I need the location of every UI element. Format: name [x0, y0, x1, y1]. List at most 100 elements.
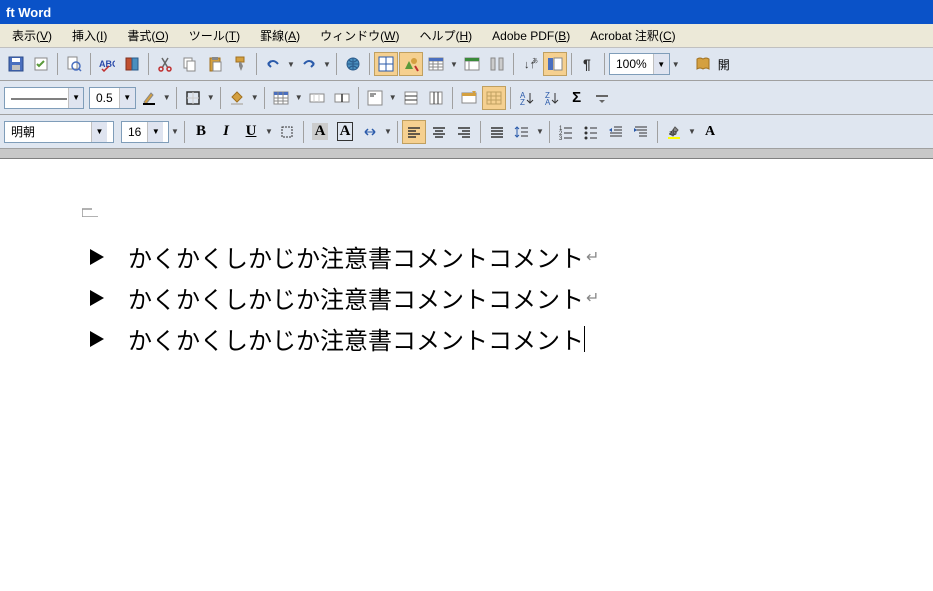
shading-dropdown[interactable]: ▼	[250, 86, 260, 110]
zoom-dropdown-icon[interactable]: ▼	[653, 54, 669, 74]
outside-border-button[interactable]	[181, 86, 205, 110]
insert-table-button-2[interactable]	[269, 86, 293, 110]
insert-table-dropdown[interactable]: ▼	[449, 52, 459, 76]
font-color-button[interactable]: A	[698, 120, 722, 144]
bold-button[interactable]: B	[189, 120, 213, 144]
line-style-dropdown-icon[interactable]: ▼	[68, 88, 83, 108]
book-icon[interactable]	[691, 52, 715, 76]
document-map-button[interactable]	[543, 52, 567, 76]
line-spacing-dropdown[interactable]: ▼	[535, 120, 545, 144]
font-size-dropdown-icon[interactable]: ▼	[147, 122, 163, 142]
separator	[369, 53, 370, 75]
line-spacing-button[interactable]	[510, 120, 534, 144]
distribute-columns-button[interactable]	[424, 86, 448, 110]
menu-format[interactable]: 書式(O)	[117, 24, 178, 47]
bullet-icon	[90, 331, 104, 347]
paste-button[interactable]	[203, 52, 227, 76]
font-size-combo[interactable]: 16 ▼	[121, 121, 169, 143]
show-hide-button[interactable]: ¶	[576, 52, 600, 76]
align-left-button[interactable]	[402, 120, 426, 144]
line-style-combo[interactable]: ▼	[4, 87, 84, 109]
hyperlink-button[interactable]	[341, 52, 365, 76]
sort-asc-button[interactable]: AZ	[515, 86, 539, 110]
zoom-combo[interactable]: 100% ▼	[609, 53, 670, 75]
border-dropdown[interactable]: ▼	[206, 86, 216, 110]
save-button[interactable]	[4, 52, 28, 76]
character-border-button[interactable]: A	[333, 120, 357, 144]
border-color-dropdown[interactable]: ▼	[162, 86, 172, 110]
menu-insert[interactable]: 挿入(I)	[62, 24, 117, 47]
insert-table-button[interactable]	[424, 52, 448, 76]
underline-dropdown[interactable]: ▼	[264, 120, 274, 144]
font-combo[interactable]: 明朝 ▼	[4, 121, 114, 143]
insert-table-dropdown-2[interactable]: ▼	[294, 86, 304, 110]
menu-adobe-pdf[interactable]: Adobe PDF(B)	[482, 26, 580, 46]
separator	[452, 87, 453, 109]
highlight-dropdown[interactable]: ▼	[687, 120, 697, 144]
title-bar: ft Word	[0, 0, 933, 24]
copy-button[interactable]	[178, 52, 202, 76]
toolbar2-options[interactable]	[590, 86, 614, 110]
merge-cells-button[interactable]	[305, 86, 329, 110]
autosum-button[interactable]: Σ	[565, 86, 589, 110]
underline-button[interactable]: U	[239, 120, 263, 144]
increase-indent-button[interactable]	[629, 120, 653, 144]
tables-borders-button[interactable]	[374, 52, 398, 76]
menu-tools[interactable]: ツール(T)	[179, 24, 250, 47]
menu-window[interactable]: ウィンドウ(W)	[310, 24, 409, 47]
research-button[interactable]	[120, 52, 144, 76]
separator	[604, 53, 605, 75]
border-color-button[interactable]	[137, 86, 161, 110]
drawing-button[interactable]	[399, 52, 423, 76]
spellcheck-button[interactable]: ABC	[95, 52, 119, 76]
text-direction-button[interactable]: ↓↑あ	[518, 52, 542, 76]
line-weight-combo[interactable]: 0.5 ▼	[89, 87, 136, 109]
redo-button[interactable]	[297, 52, 321, 76]
bullets-button[interactable]	[579, 120, 603, 144]
menu-table[interactable]: 罫線(A)	[250, 24, 310, 47]
spacing-dropdown[interactable]: ▼	[383, 120, 393, 144]
separator	[571, 53, 572, 75]
sort-desc-button[interactable]: ZA	[540, 86, 564, 110]
split-cells-button[interactable]	[330, 86, 354, 110]
doc-line-1[interactable]: かくかくしかじか注意書コメントコメント ↵	[90, 239, 933, 274]
justify-button[interactable]	[485, 120, 509, 144]
italic-button[interactable]: I	[214, 120, 238, 144]
align-top-left-button[interactable]	[363, 86, 387, 110]
print-preview-button[interactable]	[62, 52, 86, 76]
doc-line-2[interactable]: かくかくしかじか注意書コメントコメント ↵	[90, 280, 933, 315]
permission-button[interactable]	[29, 52, 53, 76]
undo-button[interactable]	[261, 52, 285, 76]
cut-button[interactable]	[153, 52, 177, 76]
align-right-button[interactable]	[452, 120, 476, 144]
insert-excel-button[interactable]	[460, 52, 484, 76]
table-autoformat-button[interactable]	[457, 86, 481, 110]
document-area[interactable]: かくかくしかじか注意書コメントコメント ↵ かくかくしかじか注意書コメントコメン…	[0, 159, 933, 356]
menu-view[interactable]: 表示(V)	[2, 24, 62, 47]
decrease-indent-button[interactable]	[604, 120, 628, 144]
undo-dropdown[interactable]: ▼	[286, 52, 296, 76]
separator	[220, 87, 221, 109]
shading-color-button[interactable]	[225, 86, 249, 110]
distribute-spacing-button[interactable]	[358, 120, 382, 144]
menu-bar: 表示(V) 挿入(I) 書式(O) ツール(T) 罫線(A) ウィンドウ(W) …	[0, 24, 933, 48]
toolbar-options[interactable]: ▼	[671, 52, 681, 76]
columns-button[interactable]	[485, 52, 509, 76]
doc-line-3[interactable]: かくかくしかじか注意書コメントコメント	[90, 321, 933, 356]
border-toggle-button[interactable]	[275, 120, 299, 144]
show-gridlines-button[interactable]	[482, 86, 506, 110]
numbering-button[interactable]: 123	[554, 120, 578, 144]
menu-help[interactable]: ヘルプ(H)	[409, 24, 482, 47]
distribute-rows-button[interactable]	[399, 86, 423, 110]
separator	[397, 121, 398, 143]
align-center-button[interactable]	[427, 120, 451, 144]
character-shading-button[interactable]: A	[308, 120, 332, 144]
menu-acrobat[interactable]: Acrobat 注釈(C)	[580, 24, 685, 47]
cell-align-dropdown[interactable]: ▼	[388, 86, 398, 110]
font-size-options[interactable]: ▼	[170, 120, 180, 144]
highlight-button[interactable]: ab	[662, 120, 686, 144]
line-weight-dropdown-icon[interactable]: ▼	[119, 88, 135, 108]
format-painter-button[interactable]	[228, 52, 252, 76]
font-dropdown-icon[interactable]: ▼	[91, 122, 107, 142]
redo-dropdown[interactable]: ▼	[322, 52, 332, 76]
